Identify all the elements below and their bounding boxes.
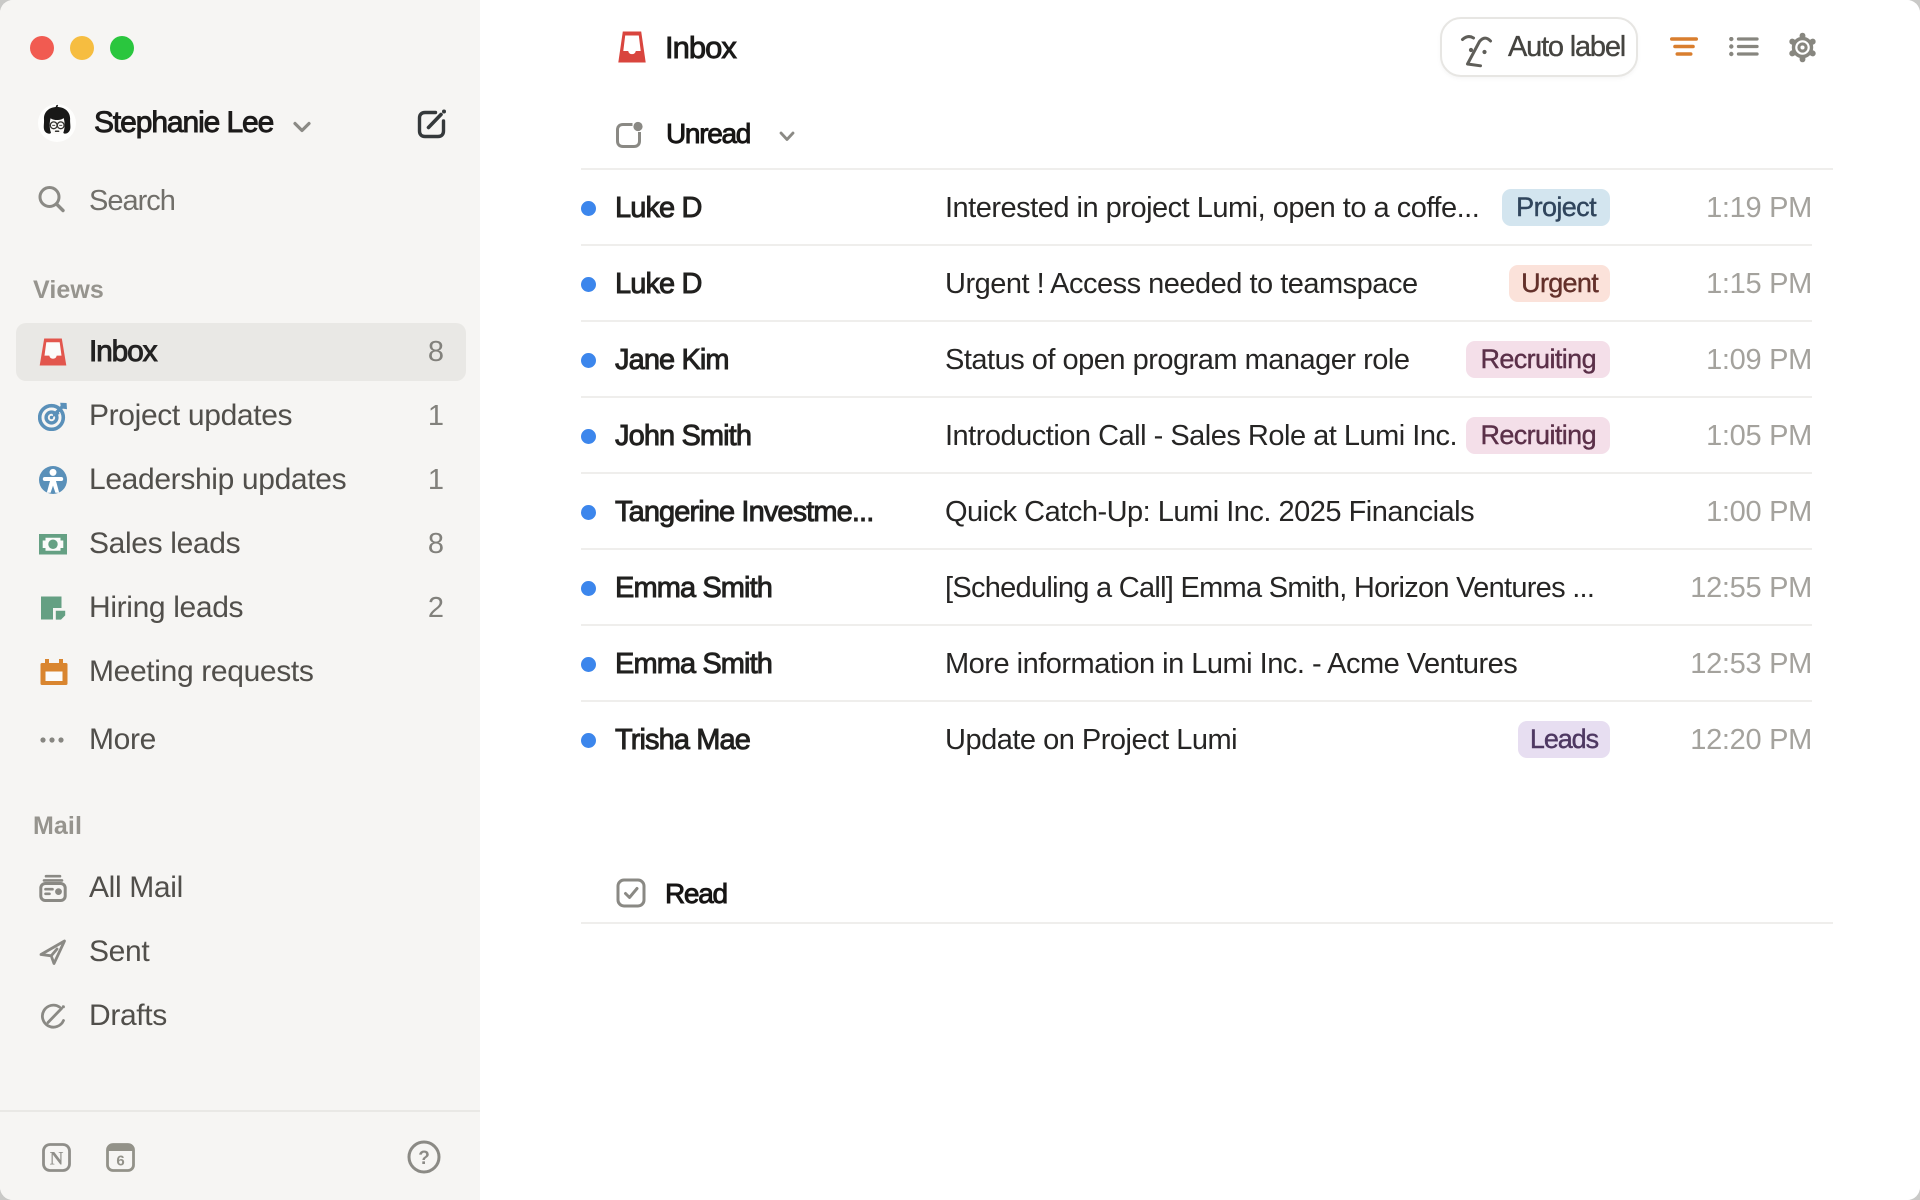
svg-text:?: ? [418, 1148, 430, 1169]
svg-text:N: N [50, 1149, 64, 1170]
svg-text:6: 6 [116, 1153, 124, 1170]
